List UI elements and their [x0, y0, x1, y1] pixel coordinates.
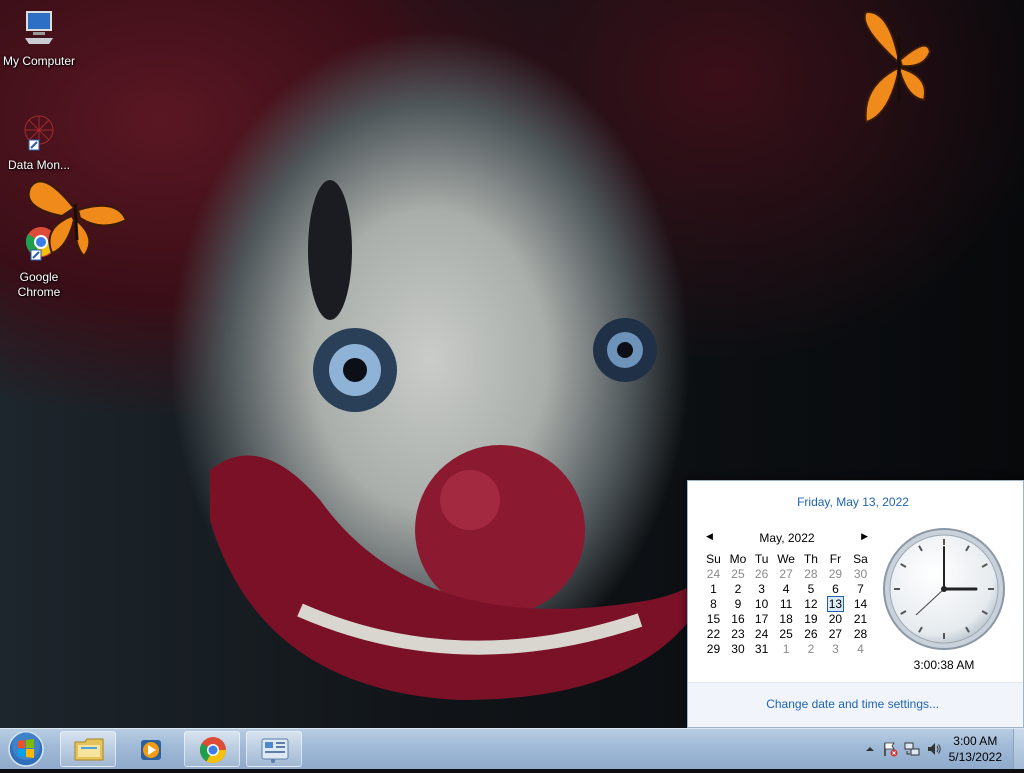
- calendar-day[interactable]: 7: [849, 581, 872, 596]
- clock-time-label: 3:00:38 AM: [913, 658, 975, 672]
- taskbar-control-panel-button[interactable]: [246, 731, 302, 767]
- calendar-day[interactable]: 29: [822, 566, 849, 581]
- calendar-day-today[interactable]: 13: [822, 595, 849, 612]
- today-marker: 13: [826, 595, 845, 612]
- volume-speaker-icon[interactable]: [926, 741, 942, 757]
- calendar-day[interactable]: 20: [822, 611, 849, 626]
- calendar: ◀ May, 2022 ▶ Su Mo Tu We Th Fr Sa 24 25…: [702, 529, 872, 656]
- calendar-week-row: 24 25 26 27 28 29 30: [702, 566, 872, 581]
- calendar-day[interactable]: 14: [849, 596, 872, 611]
- calendar-day[interactable]: 28: [849, 626, 872, 641]
- calendar-day[interactable]: 8: [702, 596, 725, 611]
- spiderweb-shortcut-icon: [24, 115, 54, 151]
- calendar-week-row: 15 16 17 18 19 20 21: [702, 611, 872, 626]
- weekday-label: Mo: [729, 551, 747, 566]
- calendar-day[interactable]: 9: [725, 596, 751, 611]
- calendar-day[interactable]: 27: [822, 626, 849, 641]
- weekday-header-row: Su Mo Tu We Th Fr Sa: [702, 551, 872, 566]
- calendar-day[interactable]: 4: [772, 581, 800, 596]
- calendar-day[interactable]: 6: [822, 581, 849, 596]
- weekday-label: We: [777, 551, 795, 566]
- control-panel-icon: [261, 738, 289, 763]
- calendar-day[interactable]: 3: [751, 581, 772, 596]
- calendar-day[interactable]: 5: [800, 581, 822, 596]
- network-icon[interactable]: [904, 741, 920, 757]
- taskbar: 3:00 AM 5/13/2022: [0, 728, 1024, 769]
- desktop-icon-label: Google Chrome: [17, 270, 61, 299]
- calendar-day[interactable]: 4: [849, 641, 872, 656]
- folder-icon: [74, 738, 104, 761]
- action-center-flag-icon[interactable]: [882, 741, 898, 757]
- calendar-week-row: 22 23 24 25 26 27 28: [702, 626, 872, 641]
- weekday-label: Fr: [829, 551, 842, 566]
- taskbar-chrome-button[interactable]: [184, 731, 240, 767]
- taskbar-date: 5/13/2022: [948, 750, 1002, 764]
- calendar-day[interactable]: 2: [725, 581, 751, 596]
- calendar-day[interactable]: 27: [772, 566, 800, 581]
- calendar-day[interactable]: 11: [772, 596, 800, 611]
- taskbar-media-player-button[interactable]: [122, 731, 178, 767]
- calendar-day[interactable]: 15: [702, 611, 725, 626]
- calendar-day[interactable]: 26: [800, 626, 822, 641]
- calendar-day[interactable]: 28: [800, 566, 822, 581]
- calendar-day[interactable]: 26: [751, 566, 772, 581]
- calendar-grid: Su Mo Tu We Th Fr Sa 24 25 26 27 28 29 3…: [702, 551, 872, 656]
- weekday-label: Su: [706, 551, 721, 566]
- desktop-icon-my-computer[interactable]: My Computer: [1, 8, 77, 69]
- butterfly-decoration: [27, 180, 128, 258]
- calendar-day[interactable]: 22: [702, 626, 725, 641]
- taskbar-time: 3:00 AM: [953, 734, 998, 748]
- flyout-footer: Change date and time settings...: [688, 682, 1023, 727]
- show-hidden-icons-arrow-icon[interactable]: [862, 741, 878, 757]
- calendar-day[interactable]: 1: [702, 581, 725, 596]
- computer-icon: [25, 11, 53, 44]
- system-tray: 3:00 AM 5/13/2022: [834, 729, 1024, 769]
- calendar-day[interactable]: 24: [751, 626, 772, 641]
- show-desktop-button[interactable]: [1013, 729, 1024, 769]
- chrome-icon: [199, 737, 227, 764]
- calendar-day[interactable]: 25: [725, 566, 751, 581]
- calendar-day[interactable]: 24: [702, 566, 725, 581]
- calendar-day[interactable]: 16: [725, 611, 751, 626]
- calendar-day[interactable]: 31: [751, 641, 772, 656]
- weekday-label: Sa: [853, 551, 868, 566]
- calendar-day[interactable]: 30: [725, 641, 751, 656]
- calendar-day[interactable]: 29: [702, 641, 725, 656]
- calendar-day[interactable]: 18: [772, 611, 800, 626]
- calendar-day[interactable]: 21: [849, 611, 872, 626]
- calendar-day[interactable]: 10: [751, 596, 772, 611]
- calendar-nav: ◀ May, 2022 ▶: [702, 529, 872, 547]
- calendar-week-row: 8 9 10 11 12 13 14: [702, 595, 872, 612]
- taskbar-explorer-button[interactable]: [60, 731, 116, 767]
- desktop-icon-data-monitor[interactable]: Data Mon...: [1, 112, 77, 173]
- calendar-week-row: 29 30 31 1 2 3 4: [702, 641, 872, 656]
- weekday-label: Tu: [754, 551, 769, 566]
- calendar-day[interactable]: 19: [800, 611, 822, 626]
- date-time-flyout: Friday, May 13, 2022 ◀ May, 2022 ▶ Su Mo…: [687, 480, 1024, 728]
- calendar-month-label[interactable]: May, 2022: [702, 531, 872, 545]
- calendar-day[interactable]: 2: [800, 641, 822, 656]
- start-button[interactable]: [4, 730, 48, 768]
- calendar-day[interactable]: 17: [751, 611, 772, 626]
- analog-clock: [880, 525, 1008, 653]
- calendar-day[interactable]: 25: [772, 626, 800, 641]
- desktop-icon-label: My Computer: [2, 54, 76, 68]
- calendar-week-row: 1 2 3 4 5 6 7: [702, 581, 872, 596]
- change-date-time-settings-link[interactable]: Change date and time settings...: [766, 697, 939, 711]
- next-month-arrow-icon[interactable]: ▶: [861, 531, 868, 542]
- calendar-day[interactable]: 1: [772, 641, 800, 656]
- media-player-icon: [141, 740, 161, 760]
- weekday-label: Th: [803, 551, 818, 566]
- calendar-day[interactable]: 12: [800, 596, 822, 611]
- calendar-day[interactable]: 30: [849, 566, 872, 581]
- calendar-day[interactable]: 23: [725, 626, 751, 641]
- windows-orb-icon: [8, 731, 44, 767]
- taskbar-clock[interactable]: 3:00 AM 5/13/2022: [949, 733, 1002, 765]
- butterfly-decoration: [863, 10, 932, 124]
- analog-clock-face: [883, 528, 1005, 650]
- calendar-day[interactable]: 3: [822, 641, 849, 656]
- current-date-link[interactable]: Friday, May 13, 2022: [688, 495, 1018, 509]
